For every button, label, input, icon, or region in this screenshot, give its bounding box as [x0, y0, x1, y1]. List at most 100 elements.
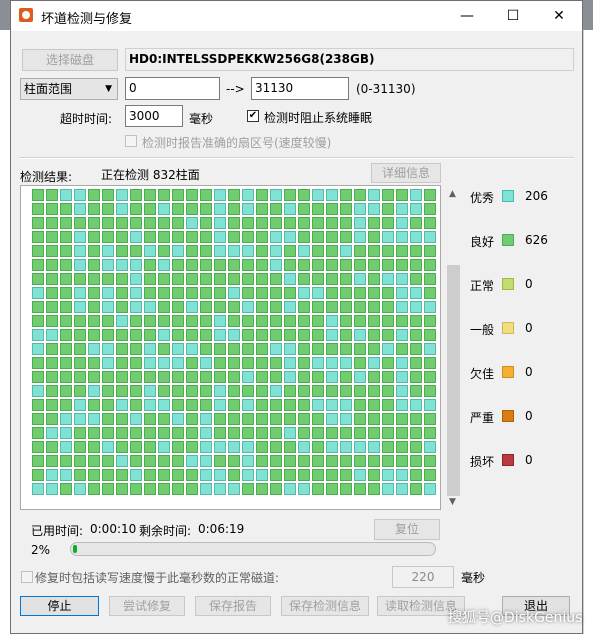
sector-cell [60, 245, 72, 257]
sector-cell [144, 371, 156, 383]
sector-cell [200, 301, 212, 313]
sector-cell [242, 427, 254, 439]
sector-cell [410, 385, 422, 397]
sector-cell [284, 413, 296, 425]
sector-cell [312, 441, 324, 453]
sector-cell [74, 399, 86, 411]
sector-cell [88, 455, 100, 467]
sector-cell [354, 469, 366, 481]
sector-cell [340, 385, 352, 397]
sector-cell [186, 315, 198, 327]
sector-cell [200, 329, 212, 341]
legend-value: 0 [525, 453, 533, 467]
sector-cell [214, 203, 226, 215]
sector-cell [46, 441, 58, 453]
repair-slow-checkbox[interactable] [21, 571, 33, 583]
sector-cell [46, 413, 58, 425]
sector-cell [60, 315, 72, 327]
legend-value: 0 [525, 277, 533, 291]
sector-cell [326, 329, 338, 341]
repair-slow-input[interactable]: 220 [392, 566, 454, 588]
legend-value: 206 [525, 189, 548, 203]
sector-cell [158, 217, 170, 229]
reset-button[interactable]: 复位 [374, 519, 440, 540]
sector-cell [410, 287, 422, 299]
sector-cell [228, 203, 240, 215]
sector-cell [158, 371, 170, 383]
range-mode-select[interactable]: 柱面范围 ▼ [20, 78, 118, 100]
try-repair-button[interactable]: 尝试修复 [109, 596, 185, 616]
result-status: 正在检测 832柱面 [101, 168, 200, 182]
scroll-down-icon[interactable]: ▼ [449, 497, 456, 507]
scroll-up-icon[interactable]: ▲ [449, 189, 456, 199]
sector-cell [158, 399, 170, 411]
sector-cell [186, 329, 198, 341]
sector-cell [158, 301, 170, 313]
timeout-input[interactable]: 3000 [125, 105, 183, 127]
sector-cell [144, 259, 156, 271]
sector-cell [424, 469, 436, 481]
sector-cell [270, 231, 282, 243]
range-start-input[interactable]: 0 [125, 77, 220, 100]
legend-label: 优秀 [470, 191, 495, 205]
sector-cell [326, 231, 338, 243]
sector-cell [298, 301, 310, 313]
sector-cell [200, 245, 212, 257]
sector-cell [284, 441, 296, 453]
sector-cell [46, 259, 58, 271]
report-sector-checkbox[interactable] [125, 135, 137, 147]
sector-cell [130, 427, 142, 439]
sector-cell [242, 413, 254, 425]
sector-cell [186, 469, 198, 481]
range-end-input[interactable]: 31130 [251, 77, 349, 100]
select-disk-button[interactable]: 选择磁盘 [22, 49, 118, 71]
repair-slow-label: 修复时包括读写速度慢于此毫秒数的正常磁道: [35, 571, 280, 585]
close-button[interactable]: ✕ [536, 1, 582, 31]
sector-cell [60, 483, 72, 495]
sector-cell [424, 455, 436, 467]
sector-cell [256, 469, 268, 481]
sector-cell [88, 287, 100, 299]
sector-cell [228, 469, 240, 481]
save-info-button[interactable]: 保存检测信息 [281, 596, 369, 616]
sector-cell [312, 455, 324, 467]
stop-button[interactable]: 停止 [20, 596, 99, 616]
sector-cell [74, 259, 86, 271]
minimize-button[interactable]: — [444, 1, 490, 31]
sector-cell [242, 455, 254, 467]
sector-cell [270, 301, 282, 313]
sector-cell [368, 427, 380, 439]
maximize-button[interactable]: ☐ [490, 1, 536, 31]
sector-cell [410, 203, 422, 215]
sector-cell [242, 245, 254, 257]
sector-cell [74, 287, 86, 299]
sector-cell [326, 357, 338, 369]
sector-cell [172, 287, 184, 299]
sector-cell [32, 217, 44, 229]
sector-cell [410, 427, 422, 439]
sector-cell [214, 357, 226, 369]
scrollbar-thumb[interactable] [447, 265, 460, 496]
sector-cell [326, 441, 338, 453]
prevent-sleep-checkbox[interactable]: ✔ [247, 110, 259, 122]
sector-cell [228, 315, 240, 327]
sector-cell [214, 189, 226, 201]
sector-cell [340, 217, 352, 229]
sector-cell [200, 231, 212, 243]
sector-cell [158, 315, 170, 327]
legend-value: 0 [525, 365, 533, 379]
sector-cell [228, 399, 240, 411]
sector-cell [354, 259, 366, 271]
sector-cell [396, 315, 408, 327]
save-report-button[interactable]: 保存报告 [195, 596, 271, 616]
sector-cell [368, 217, 380, 229]
sector-cell [102, 315, 114, 327]
sector-cell [158, 469, 170, 481]
sector-cell [340, 371, 352, 383]
sector-cell [172, 203, 184, 215]
sector-cell [382, 413, 394, 425]
sector-cell [424, 357, 436, 369]
sector-cell [158, 427, 170, 439]
sector-cell [242, 287, 254, 299]
detail-info-button[interactable]: 详细信息 [371, 163, 441, 183]
